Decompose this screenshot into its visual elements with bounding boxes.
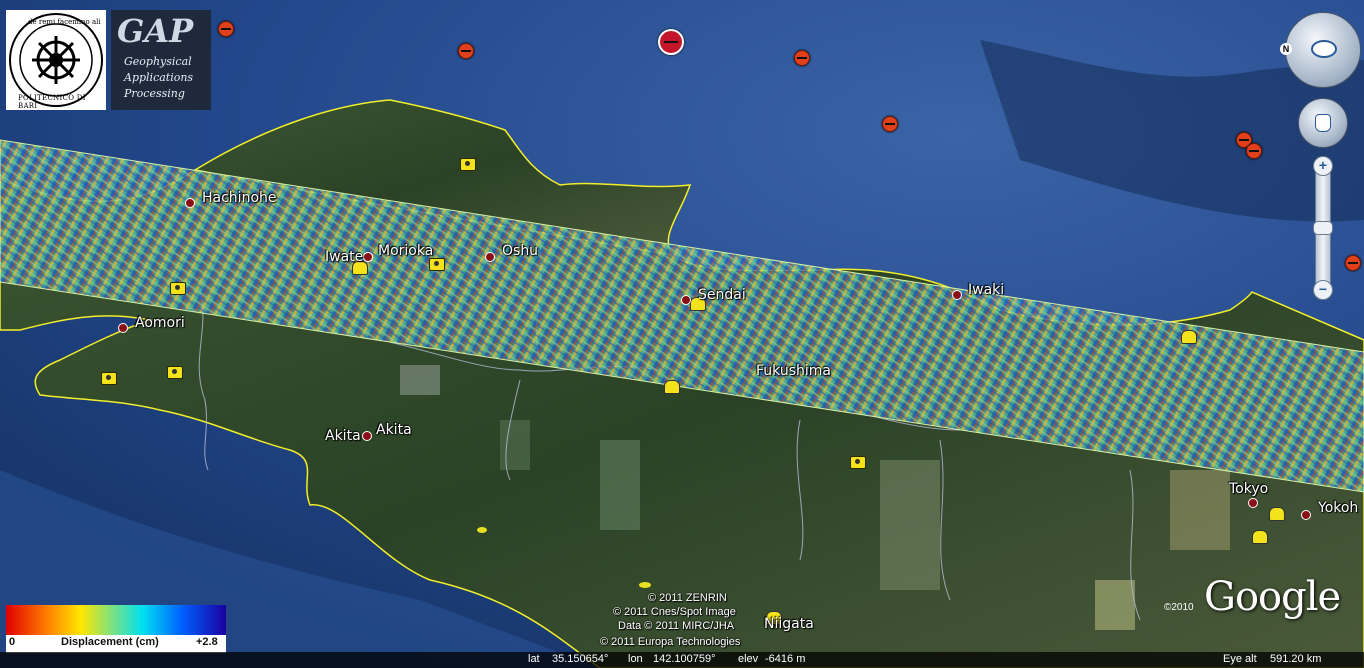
- attribution-line: © 2011 Cnes/Spot Image: [613, 606, 736, 618]
- displacement-legend: 0 Displacement (cm) +2.8: [6, 605, 226, 653]
- earthquake-marker-icon[interactable]: [1246, 143, 1262, 159]
- land-patch: [880, 460, 940, 590]
- north-button[interactable]: N: [1280, 43, 1292, 55]
- photo-camera-icon[interactable]: [170, 282, 186, 295]
- earthquake-marker-icon[interactable]: [1345, 255, 1361, 271]
- attribution-line: © 2011 Europa Technologies: [600, 636, 741, 648]
- city-label[interactable]: Hachinohe: [202, 190, 277, 206]
- legend-max: +2.8: [196, 636, 218, 648]
- lon-value: 142.100759°: [653, 653, 716, 665]
- legend-min: 0: [9, 636, 16, 648]
- station-icon[interactable]: [664, 380, 680, 394]
- city-label[interactable]: Sendai: [698, 287, 746, 303]
- gap-line-3: Processing: [124, 87, 185, 100]
- attribution-line: © 2011 ZENRIN: [648, 592, 727, 604]
- legend-colorbar: [6, 605, 226, 635]
- city-marker-icon[interactable]: [1301, 510, 1311, 520]
- city-label[interactable]: Akita: [376, 422, 412, 438]
- logo-motto: de remi facemmo ali: [28, 18, 101, 26]
- city-label[interactable]: Yokoh: [1318, 500, 1358, 516]
- earthquake-marker-icon[interactable]: [218, 21, 234, 37]
- zoom-thumb[interactable]: [1313, 221, 1333, 235]
- city-label[interactable]: Iwaki: [968, 282, 1004, 298]
- city-label[interactable]: Morioka: [378, 243, 433, 259]
- land-patch: [400, 365, 440, 395]
- city-label[interactable]: Tokyo: [1229, 481, 1268, 497]
- earthquake-marker-icon[interactable]: [794, 50, 810, 66]
- city-label[interactable]: Oshu: [502, 243, 538, 259]
- lon-label: lon: [628, 653, 643, 665]
- imagery-year: ©2010: [1164, 602, 1194, 613]
- photo-camera-icon[interactable]: [429, 258, 445, 271]
- city-marker-icon[interactable]: [118, 323, 128, 333]
- photo-camera-icon[interactable]: [101, 372, 117, 385]
- google-logo: Google: [1204, 574, 1341, 620]
- gap-line-2: Applications: [124, 71, 194, 84]
- zoom-in-button[interactable]: +: [1313, 156, 1333, 176]
- hand-icon: [1315, 114, 1331, 132]
- attribution-line: Data © 2011 MIRC/JHA: [618, 620, 735, 632]
- eye-alt-value: 591.20 km: [1270, 653, 1322, 665]
- city-marker-icon[interactable]: [185, 198, 195, 208]
- photo-camera-icon[interactable]: [460, 158, 476, 171]
- city-marker-icon[interactable]: [362, 431, 372, 441]
- land-patch: [1095, 580, 1135, 630]
- earthquake-marker-icon[interactable]: [458, 43, 474, 59]
- elev-value: -6416 m: [765, 653, 806, 665]
- photo-camera-icon[interactable]: [167, 366, 183, 379]
- lat-value: 35.150654°: [552, 653, 609, 665]
- legend-title: Displacement (cm): [61, 636, 159, 648]
- city-marker-icon[interactable]: [485, 252, 495, 262]
- land-patch: [1170, 470, 1230, 550]
- logo-university-name: POLITECNICO DI BARI: [18, 94, 86, 110]
- city-marker-icon[interactable]: [363, 252, 373, 262]
- politecnico-di-bari-logo: de remi facemmo ali POLITECNICO DI BARI: [6, 10, 106, 110]
- station-icon[interactable]: [1269, 507, 1285, 521]
- city-marker-icon[interactable]: [952, 290, 962, 300]
- earthquake-epicenter-icon[interactable]: [658, 29, 684, 55]
- city-label[interactable]: Niigata: [764, 616, 814, 632]
- gap-acronym: GAP: [117, 12, 194, 50]
- lat-label: lat: [528, 653, 540, 665]
- eye-icon: [1311, 40, 1337, 58]
- earthquake-marker-icon[interactable]: [882, 116, 898, 132]
- island: [639, 582, 651, 588]
- station-icon[interactable]: [1181, 330, 1197, 344]
- city-marker-icon[interactable]: [681, 295, 691, 305]
- eye-alt-label: Eye alt: [1223, 653, 1257, 665]
- elev-label: elev: [738, 653, 759, 665]
- photo-camera-icon[interactable]: [850, 456, 866, 469]
- zoom-out-button[interactable]: −: [1313, 280, 1333, 300]
- city-label[interactable]: Fukushima: [756, 363, 831, 379]
- city-label[interactable]: Aomori: [135, 315, 185, 331]
- gap-logo: GAP Geophysical Applications Processing: [111, 10, 211, 110]
- gap-line-1: Geophysical: [124, 55, 192, 68]
- city-label[interactable]: Akita: [325, 428, 361, 444]
- island: [477, 527, 487, 533]
- city-label[interactable]: Iwate: [325, 249, 363, 265]
- land-patch: [600, 440, 640, 530]
- city-marker-icon[interactable]: [1248, 498, 1258, 508]
- land-patch: [500, 420, 530, 470]
- station-icon[interactable]: [1252, 530, 1268, 544]
- status-bar: lat 35.150654° lon 142.100759° elev -641…: [0, 652, 1364, 668]
